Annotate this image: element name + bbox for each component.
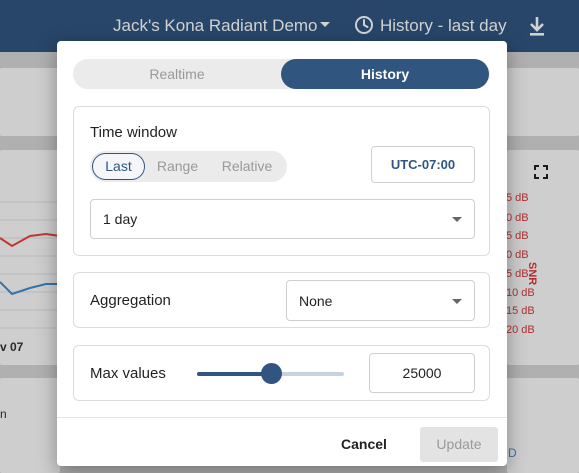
dialog-divider <box>57 417 507 418</box>
duration-value: 1 day <box>103 211 138 227</box>
update-button[interactable]: Update <box>420 427 498 462</box>
time-window-type-segment: Last Range Relative <box>90 151 287 182</box>
segment-range[interactable]: Range <box>150 151 205 182</box>
time-settings-dialog: Realtime History Time window Last Range … <box>57 41 507 466</box>
aggregation-select[interactable]: None <box>286 280 475 321</box>
slider-fill <box>197 372 271 376</box>
mode-realtime-option[interactable]: Realtime <box>73 59 281 89</box>
time-window-title: Time window <box>90 124 177 141</box>
mode-history-option[interactable]: History <box>281 59 489 89</box>
aggregation-label: Aggregation <box>90 292 171 309</box>
chevron-down-icon <box>452 217 462 222</box>
chevron-down-icon <box>452 298 462 304</box>
cancel-button[interactable]: Cancel <box>329 428 399 460</box>
aggregation-section: Aggregation None <box>73 272 490 328</box>
max-values-section: Max values 25000 <box>73 345 490 401</box>
aggregation-value: None <box>299 292 333 309</box>
segment-last[interactable]: Last <box>92 153 145 180</box>
slider-thumb[interactable] <box>260 363 282 384</box>
max-values-input[interactable]: 25000 <box>369 353 475 393</box>
max-values-label: Max values <box>90 365 166 382</box>
time-window-section: Time window Last Range Relative UTC-07:0… <box>73 106 490 256</box>
duration-select[interactable]: 1 day <box>90 199 475 239</box>
segment-relative[interactable]: Relative <box>211 151 283 182</box>
timezone-button[interactable]: UTC-07:00 <box>371 146 475 183</box>
mode-toggle: Realtime History <box>73 59 490 89</box>
